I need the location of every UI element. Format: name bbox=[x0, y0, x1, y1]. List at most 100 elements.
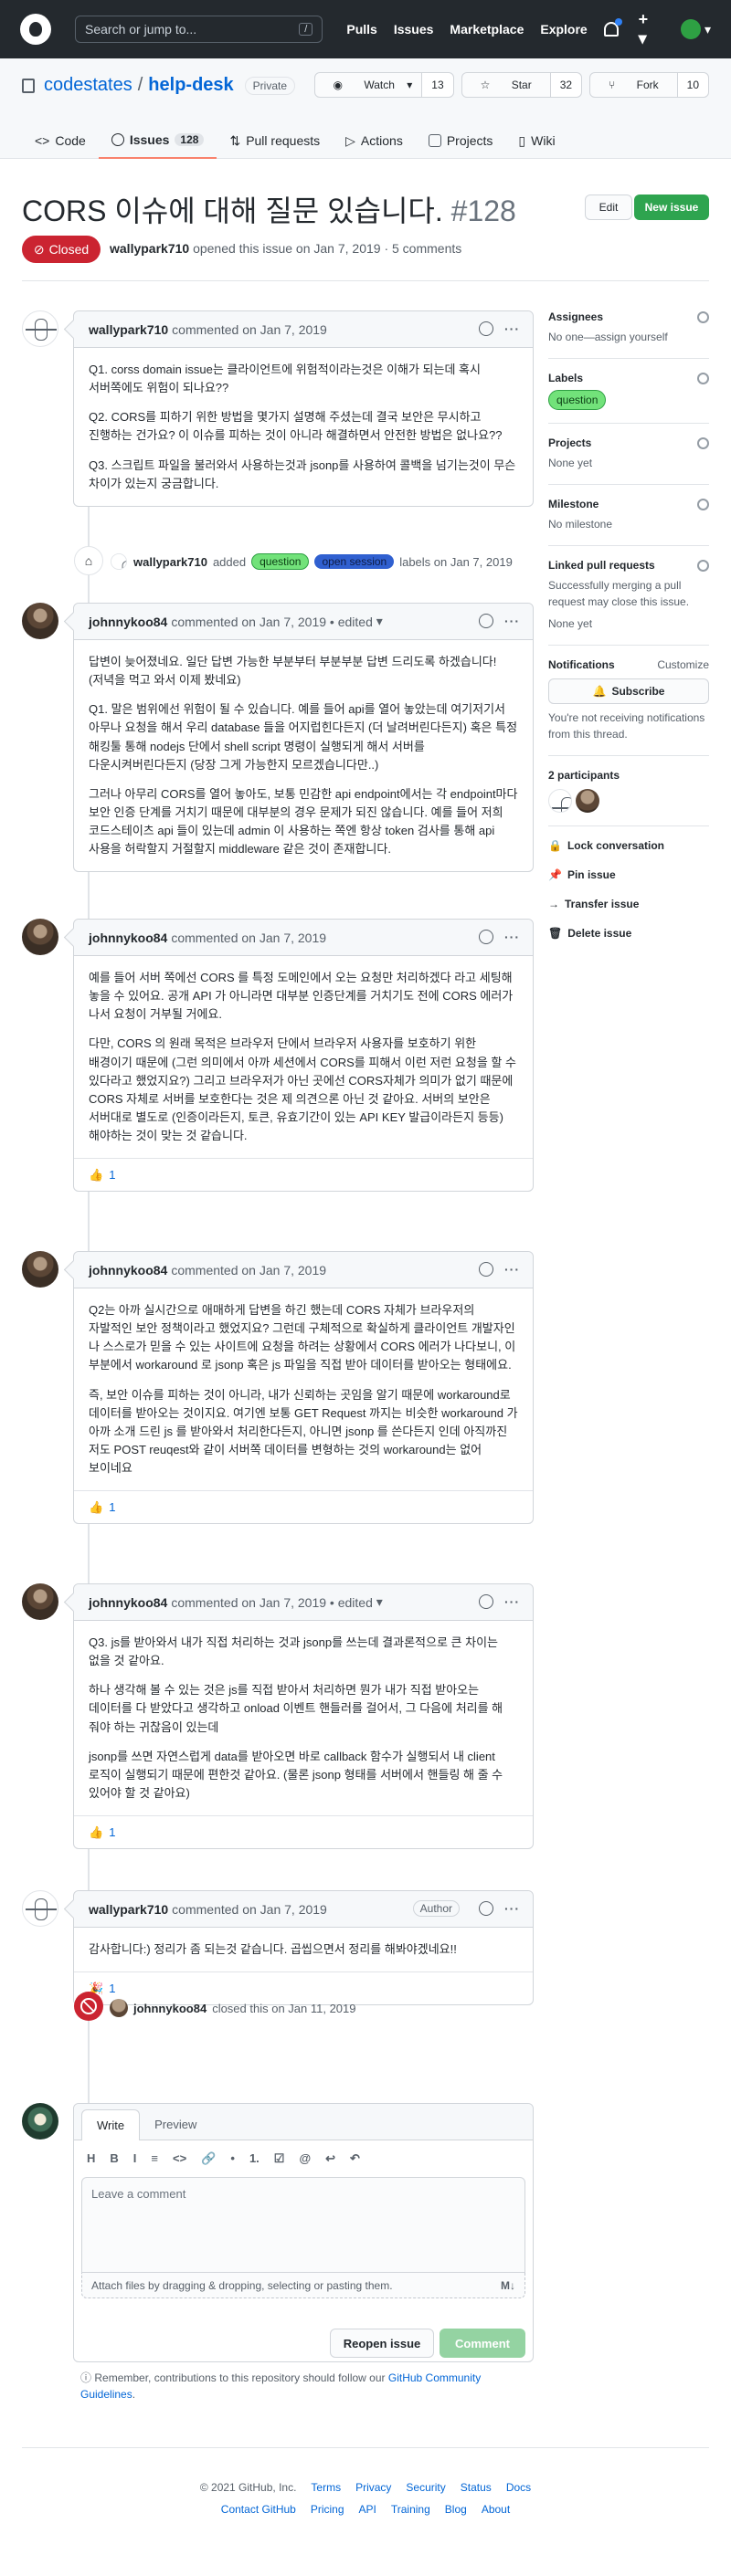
nav-marketplace[interactable]: Marketplace bbox=[450, 22, 524, 37]
label-open-session[interactable]: open session bbox=[314, 554, 395, 569]
add-reaction-icon[interactable] bbox=[479, 321, 493, 336]
gear-icon[interactable] bbox=[697, 372, 709, 384]
bullet-list-icon[interactable]: • bbox=[230, 2151, 235, 2166]
nav-pulls[interactable]: Pulls bbox=[346, 22, 376, 37]
tab-issues[interactable]: Issues 128 bbox=[98, 122, 217, 159]
avatar[interactable] bbox=[22, 1251, 58, 1288]
new-issue-button[interactable]: New issue bbox=[634, 195, 709, 220]
star-count[interactable]: 32 bbox=[549, 73, 582, 97]
avatar[interactable] bbox=[22, 2103, 58, 2140]
tab-preview[interactable]: Preview bbox=[140, 2109, 211, 2140]
add-reaction-icon[interactable] bbox=[479, 614, 493, 628]
more-options-icon[interactable]: ··· bbox=[504, 930, 520, 944]
quote-icon[interactable]: ≡ bbox=[151, 2151, 158, 2166]
comment-author-link[interactable]: wallypark710 bbox=[89, 1902, 168, 1917]
comment-author-link[interactable]: johnnykoo84 bbox=[89, 931, 167, 945]
cross-reference-icon[interactable]: ↩ bbox=[325, 2151, 335, 2166]
star-button[interactable]: ☆ Star 32 bbox=[461, 72, 583, 98]
code-icon[interactable]: <> bbox=[173, 2151, 186, 2166]
saved-reply-icon[interactable]: ↶ bbox=[350, 2151, 360, 2166]
add-reaction-icon[interactable] bbox=[479, 1262, 493, 1277]
subscribe-button[interactable]: 🔔 Subscribe bbox=[548, 678, 709, 704]
bold-icon[interactable]: B bbox=[110, 2151, 118, 2166]
customize-link[interactable]: Customize bbox=[657, 658, 709, 671]
more-options-icon[interactable]: ··· bbox=[504, 321, 520, 336]
assign-yourself-link[interactable]: No one—assign yourself bbox=[548, 329, 709, 345]
tab-write[interactable]: Write bbox=[81, 2109, 141, 2140]
transfer-issue-link[interactable]: → Transfer issue bbox=[548, 898, 709, 910]
delete-issue-link[interactable]: 🗑 Delete issue bbox=[548, 927, 709, 940]
comment-author-link[interactable]: wallypark710 bbox=[89, 322, 168, 337]
gear-icon[interactable] bbox=[697, 436, 709, 449]
chevron-down-icon[interactable]: ▾ bbox=[373, 1594, 383, 1610]
label-question[interactable]: question bbox=[251, 553, 310, 570]
nav-explore[interactable]: Explore bbox=[540, 22, 587, 37]
tab-code[interactable]: <> Code bbox=[22, 122, 99, 159]
more-options-icon[interactable]: ··· bbox=[504, 1594, 520, 1609]
avatar[interactable] bbox=[22, 603, 58, 639]
repo-owner-link[interactable]: codestates bbox=[44, 75, 132, 96]
chevron-down-icon[interactable]: ▾ bbox=[373, 614, 383, 629]
avatar[interactable] bbox=[576, 789, 599, 813]
repo-name-link[interactable]: help-desk bbox=[148, 75, 233, 96]
footer-link-security[interactable]: Security bbox=[406, 2481, 445, 2494]
footer-link-api[interactable]: API bbox=[359, 2503, 376, 2516]
comment-author-link[interactable]: johnnykoo84 bbox=[89, 1595, 167, 1610]
notification-bell-icon[interactable] bbox=[603, 18, 622, 37]
event-actor-link[interactable]: wallypark710 bbox=[133, 555, 207, 569]
footer-link-pricing[interactable]: Pricing bbox=[311, 2503, 344, 2516]
create-new-plus-icon[interactable]: + ▾ bbox=[639, 10, 661, 48]
footer-link-status[interactable]: Status bbox=[461, 2481, 492, 2494]
gear-icon[interactable] bbox=[697, 310, 709, 323]
avatar[interactable] bbox=[22, 1890, 58, 1927]
avatar[interactable] bbox=[22, 310, 58, 347]
footer-link-contact[interactable]: Contact GitHub bbox=[221, 2503, 296, 2516]
tab-actions[interactable]: ▷ Actions bbox=[333, 122, 416, 159]
comment-author-link[interactable]: johnnykoo84 bbox=[89, 615, 167, 629]
sidebar-labels[interactable]: Labels bbox=[548, 372, 709, 384]
comment-button[interactable]: Comment bbox=[440, 2329, 525, 2358]
link-icon[interactable]: 🔗 bbox=[201, 2151, 216, 2166]
fork-count[interactable]: 10 bbox=[676, 73, 708, 97]
mention-icon[interactable]: @ bbox=[299, 2151, 311, 2166]
gear-icon[interactable] bbox=[697, 559, 709, 572]
footer-link-privacy[interactable]: Privacy bbox=[355, 2481, 391, 2494]
footer-link-blog[interactable]: Blog bbox=[445, 2503, 467, 2516]
nav-issues[interactable]: Issues bbox=[394, 22, 434, 37]
italic-icon[interactable]: I bbox=[133, 2151, 137, 2166]
issue-author-link[interactable]: wallypark710 bbox=[110, 241, 189, 256]
sidebar-milestone[interactable]: Milestone bbox=[548, 498, 709, 510]
heading-icon[interactable]: H bbox=[87, 2151, 95, 2166]
comment-author-link[interactable]: johnnykoo84 bbox=[89, 1263, 167, 1277]
avatar[interactable] bbox=[548, 789, 572, 813]
avatar[interactable] bbox=[22, 919, 58, 955]
reaction-button[interactable]: 👍 1 bbox=[74, 1158, 533, 1191]
event-actor-link[interactable]: johnnykoo84 bbox=[133, 2002, 207, 2015]
watch-button[interactable]: ◉ Watch ▾ 13 bbox=[313, 72, 454, 98]
task-list-icon[interactable]: ☑ bbox=[274, 2151, 285, 2166]
sidebar-assignees[interactable]: Assignees bbox=[548, 310, 709, 323]
github-logo-icon[interactable] bbox=[20, 14, 51, 45]
footer-link-terms[interactable]: Terms bbox=[311, 2481, 341, 2494]
reaction-button[interactable]: 👍 1 bbox=[74, 1815, 533, 1848]
label-question[interactable]: question bbox=[548, 390, 607, 410]
edit-title-button[interactable]: Edit bbox=[585, 195, 632, 220]
tab-projects[interactable]: Projects bbox=[416, 122, 506, 159]
gear-icon[interactable] bbox=[697, 498, 709, 510]
pin-issue-link[interactable]: 📌 Pin issue bbox=[548, 868, 709, 881]
reaction-button[interactable]: 👍 1 bbox=[74, 1490, 533, 1523]
add-reaction-icon[interactable] bbox=[479, 1594, 493, 1609]
avatar[interactable] bbox=[22, 1583, 58, 1620]
add-reaction-icon[interactable] bbox=[479, 930, 493, 944]
sidebar-projects[interactable]: Projects bbox=[548, 436, 709, 449]
watch-count[interactable]: 13 bbox=[421, 73, 453, 97]
user-avatar-menu[interactable]: ▾ bbox=[680, 19, 711, 39]
tab-wiki[interactable]: ▯ Wiki bbox=[505, 122, 567, 159]
search-input[interactable]: Search or jump to... / bbox=[75, 16, 323, 43]
footer-link-training[interactable]: Training bbox=[391, 2503, 430, 2516]
footer-link-docs[interactable]: Docs bbox=[506, 2481, 531, 2494]
lock-conversation-link[interactable]: 🔒 Lock conversation bbox=[548, 839, 709, 852]
comment-textarea[interactable]: Leave a comment bbox=[81, 2177, 525, 2273]
more-options-icon[interactable]: ··· bbox=[504, 614, 520, 628]
reopen-issue-button[interactable]: Reopen issue bbox=[330, 2329, 434, 2358]
